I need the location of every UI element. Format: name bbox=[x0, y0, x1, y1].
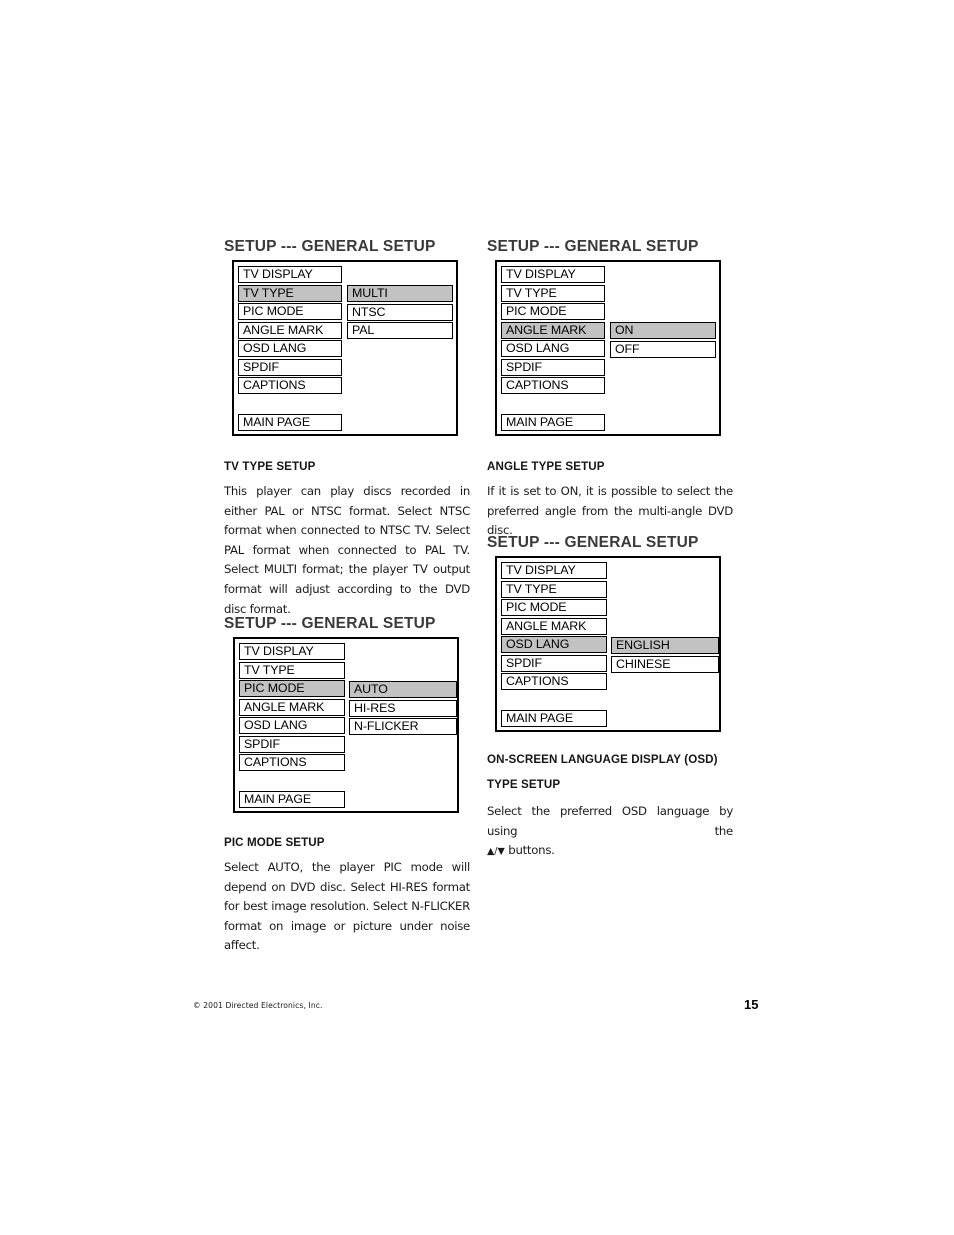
osd-menu-item[interactable]: CAPTIONS bbox=[501, 673, 607, 690]
osd-menu-item-selected[interactable]: TV TYPE bbox=[238, 284, 342, 302]
osd-menu-item[interactable]: TV TYPE bbox=[501, 284, 605, 302]
panel-heading-tv-type: SETUP --- GENERAL SETUP bbox=[224, 238, 436, 255]
osd-menu-item-selected[interactable]: OSD LANG bbox=[501, 636, 607, 653]
osd-menu-item[interactable]: OSD LANG bbox=[501, 340, 605, 357]
osd-lang-body-line2: ▲/▼ buttons. bbox=[487, 841, 733, 862]
osd-menu-item[interactable]: PIC MODE bbox=[238, 303, 342, 320]
osd-option-selected[interactable]: AUTO bbox=[349, 681, 457, 698]
osd-menu-item[interactable]: TV DISPLAY bbox=[501, 562, 607, 579]
osd-panel-pic-mode: TV DISPLAY TV TYPE PIC MODE ANGLE MARK O… bbox=[233, 637, 459, 813]
osd-option[interactable]: NTSC bbox=[347, 303, 453, 321]
osd-menu-column-osd-lang: TV DISPLAY TV TYPE PIC MODE ANGLE MARK O… bbox=[501, 562, 607, 728]
osd-option[interactable]: CHINESE bbox=[611, 655, 719, 673]
osd-menu-column-pic-mode: TV DISPLAY TV TYPE PIC MODE ANGLE MARK O… bbox=[239, 643, 345, 809]
osd-main-page-button[interactable]: MAIN PAGE bbox=[501, 709, 607, 727]
osd-panel-angle-mark: TV DISPLAY TV TYPE PIC MODE ANGLE MARK O… bbox=[495, 260, 721, 436]
osd-menu-item[interactable]: PIC MODE bbox=[501, 599, 607, 616]
osd-menu-item[interactable]: ANGLE MARK bbox=[239, 698, 345, 716]
osd-panel-osd-lang: TV DISPLAY TV TYPE PIC MODE ANGLE MARK O… bbox=[495, 556, 721, 732]
osd-lang-body-suffix: buttons. bbox=[504, 843, 555, 858]
osd-menu-item-selected[interactable]: ANGLE MARK bbox=[501, 321, 605, 339]
osd-option-column-tv-type: MULTI NTSC PAL bbox=[347, 285, 453, 341]
panel-heading-osd-lang: SETUP --- GENERAL SETUP bbox=[487, 534, 699, 551]
osd-menu-item[interactable]: SPDIF bbox=[238, 358, 342, 376]
osd-gap bbox=[501, 396, 605, 414]
osd-option-column-pic-mode: AUTO HI-RES N-FLICKER bbox=[349, 681, 457, 737]
panel-heading-angle-mark: SETUP --- GENERAL SETUP bbox=[487, 238, 699, 255]
section-title-angle-type: ANGLE TYPE SETUP bbox=[487, 460, 605, 473]
osd-option[interactable]: N-FLICKER bbox=[349, 718, 457, 735]
footer-page-number: 15 bbox=[744, 997, 759, 1012]
osd-gap bbox=[238, 396, 342, 414]
osd-menu-item[interactable]: CAPTIONS bbox=[238, 377, 342, 394]
document-page: SETUP --- GENERAL SETUP TV DISPLAY TV TY… bbox=[0, 0, 954, 1235]
osd-option-selected[interactable]: ON bbox=[610, 322, 716, 339]
osd-menu-column-angle-mark: TV DISPLAY TV TYPE PIC MODE ANGLE MARK O… bbox=[501, 266, 605, 432]
osd-menu-item[interactable]: CAPTIONS bbox=[239, 754, 345, 771]
section-body-osd-lang: Select the preferred OSD language by usi… bbox=[487, 802, 733, 862]
osd-option[interactable]: OFF bbox=[610, 340, 716, 358]
section-body-tv-type: This player can play discs recorded in e… bbox=[224, 484, 470, 616]
osd-option-selected[interactable]: MULTI bbox=[347, 285, 453, 302]
osd-menu-item[interactable]: OSD LANG bbox=[239, 717, 345, 734]
osd-option-column-osd-lang: ENGLISH CHINESE bbox=[611, 637, 719, 674]
osd-gap bbox=[239, 773, 345, 791]
osd-menu-item[interactable]: SPDIF bbox=[501, 654, 607, 672]
osd-option-column-angle-mark: ON OFF bbox=[610, 322, 716, 359]
up-down-arrow-icon: ▲/▼ bbox=[487, 846, 505, 858]
osd-main-page-button[interactable]: MAIN PAGE bbox=[238, 413, 342, 431]
osd-menu-item[interactable]: TV TYPE bbox=[239, 661, 345, 679]
osd-menu-item[interactable]: TV DISPLAY bbox=[238, 266, 342, 283]
osd-menu-item[interactable]: TV DISPLAY bbox=[239, 643, 345, 660]
osd-menu-item[interactable]: SPDIF bbox=[239, 735, 345, 753]
osd-menu-item[interactable]: TV DISPLAY bbox=[501, 266, 605, 283]
osd-menu-item[interactable]: ANGLE MARK bbox=[501, 617, 607, 635]
section-title-osd-lang-line1: ON-SCREEN LANGUAGE DISPLAY (OSD) bbox=[487, 753, 718, 766]
osd-menu-item[interactable]: PIC MODE bbox=[501, 303, 605, 320]
section-title-osd-lang-line2: TYPE SETUP bbox=[487, 778, 561, 791]
osd-menu-item[interactable]: SPDIF bbox=[501, 358, 605, 376]
osd-menu-column-tv-type: TV DISPLAY TV TYPE PIC MODE ANGLE MARK O… bbox=[238, 266, 342, 432]
osd-menu-item[interactable]: TV TYPE bbox=[501, 580, 607, 598]
section-title-pic-mode: PIC MODE SETUP bbox=[224, 836, 325, 849]
osd-option[interactable]: PAL bbox=[347, 322, 453, 339]
osd-menu-item[interactable]: CAPTIONS bbox=[501, 377, 605, 394]
osd-menu-item-selected[interactable]: PIC MODE bbox=[239, 680, 345, 697]
osd-panel-tv-type: TV DISPLAY TV TYPE PIC MODE ANGLE MARK O… bbox=[232, 260, 458, 436]
section-body-angle-type: If it is set to ON, it is possible to se… bbox=[487, 484, 733, 538]
osd-main-page-button[interactable]: MAIN PAGE bbox=[239, 790, 345, 808]
section-title-tv-type: TV TYPE SETUP bbox=[224, 460, 316, 473]
osd-gap bbox=[501, 692, 607, 710]
osd-option[interactable]: HI-RES bbox=[349, 699, 457, 717]
osd-option-selected[interactable]: ENGLISH bbox=[611, 637, 719, 654]
panel-heading-pic-mode: SETUP --- GENERAL SETUP bbox=[224, 615, 436, 632]
section-body-pic-mode: Select AUTO, the player PIC mode will de… bbox=[224, 860, 470, 953]
osd-lang-body-line1: Select the preferred OSD language by usi… bbox=[487, 804, 733, 838]
osd-main-page-button[interactable]: MAIN PAGE bbox=[501, 413, 605, 431]
osd-menu-item[interactable]: OSD LANG bbox=[238, 340, 342, 357]
footer-copyright: © 2001 Directed Electronics, Inc. bbox=[193, 1001, 323, 1010]
osd-menu-item[interactable]: ANGLE MARK bbox=[238, 321, 342, 339]
